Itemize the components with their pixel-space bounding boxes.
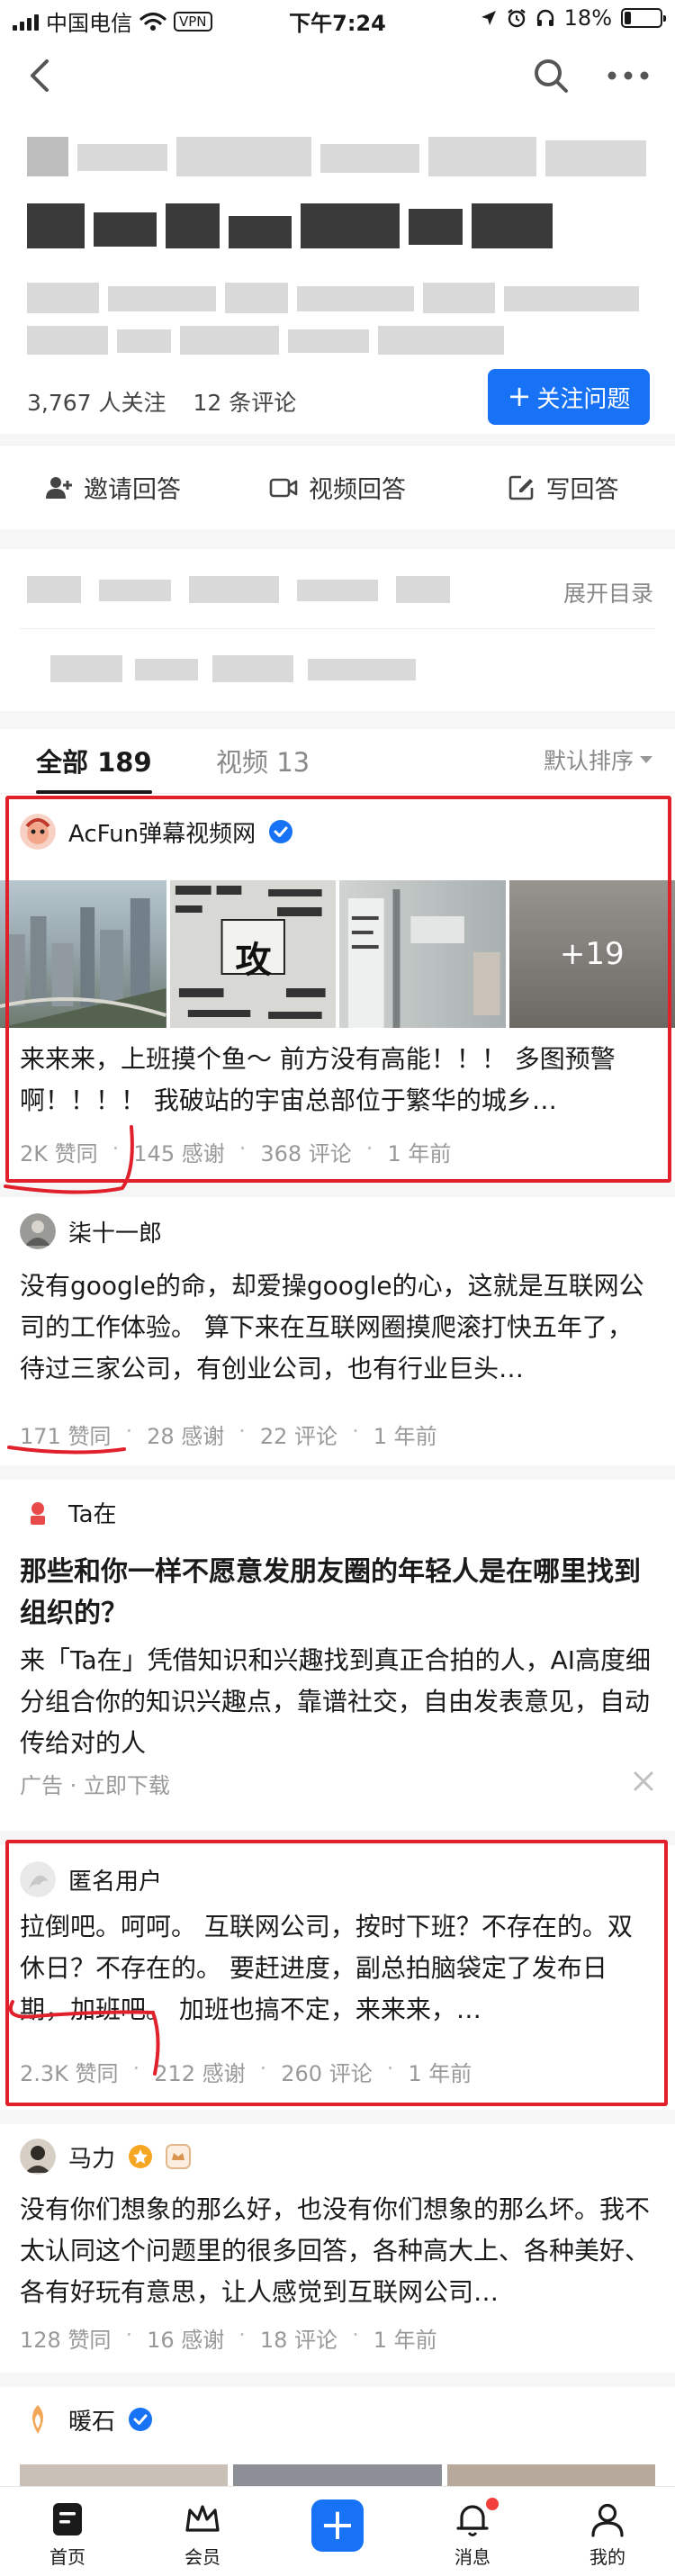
upvote-count: 128 赞同 [20,2328,112,2353]
tab-label: 我的 [590,2546,626,2568]
gold-badge-icon [129,2145,153,2168]
home-icon [53,2503,82,2535]
answer-meta: 171 赞同 · 28 感谢 · 22 评论 · 1 年前 [20,1419,437,1449]
edit-icon [508,475,533,500]
tab-messages[interactable]: 消息 [405,2487,540,2576]
upvote-count: 171 赞同 [20,1424,112,1449]
close-icon[interactable] [632,1770,655,1793]
location-icon [481,11,496,25]
comment-count: 18 评论 [259,2328,338,2353]
answer-table-of-contents: 展开目录 [0,549,675,711]
comments-count[interactable]: 12 条评论 [194,385,297,418]
follow-button-label: 关注问题 [536,385,631,413]
profile-icon [591,2503,624,2537]
video-answer-label: 视频回答 [309,476,406,504]
tab-member[interactable]: 会员 [135,2487,270,2576]
verified-badge-icon [129,2408,153,2431]
write-answer-label: 写回答 [545,476,619,504]
tab-all-answers[interactable]: 全部 189 [36,742,152,794]
answer-card-nuanshi[interactable]: 暖石 [0,2387,675,2486]
video-answer-button[interactable]: 视频回答 [225,446,450,529]
create-plus-button[interactable]: + [311,2499,364,2552]
answer-author[interactable]: 暖石 [20,2401,153,2437]
bottom-tab-bar: 首页 会员 + 消息 我的 [0,2486,675,2576]
ad-brand[interactable]: Ta在 [20,1494,117,1530]
ad-card[interactable]: Ta在 那些和你一样不愿意发朋友圈的年轻人是在哪里找到组织的？ 来「Ta在」凭借… [0,1480,675,1831]
followers-count: 3,767 人关注 [27,390,166,416]
invite-answer-label: 邀请回答 [84,476,181,504]
answer-card-mali[interactable]: 马力 没有你们想象的那么好，也没有你们想象的那么坏。我不太认同这个问题里的很多回… [0,2124,675,2373]
author-name: 柒十一郎 [68,1220,163,1247]
level-badge-icon [166,2144,192,2169]
alarm-icon [507,9,526,28]
highlight-box-anonymous [5,1840,668,2106]
notification-dot [486,2498,499,2510]
comment-count: 22 评论 [259,1424,338,1449]
ta-zai-logo [20,1494,56,1530]
search-icon[interactable] [529,54,572,97]
user-avatar [20,2139,56,2175]
answer-actions-bar: 邀请回答 视频回答 写回答 [0,445,675,529]
write-answer-button[interactable]: 写回答 [450,446,675,529]
zhihu-question-page: 中国电信 VPN 下午7:24 18% 3,767 人关注 12 条评论 + 关… [0,0,675,2576]
expand-toc-link[interactable]: 展开目录 [563,576,653,608]
highlight-box-acfun [5,796,671,1183]
user-avatar [20,1213,56,1249]
tab-label: 消息 [454,2546,490,2568]
thanks-count: 16 感谢 [147,2328,225,2353]
battery-icon [621,8,666,28]
answer-image-preview[interactable] [20,2464,655,2486]
author-name: 暖石 [68,2408,116,2436]
answer-excerpt[interactable]: 没有google的命，却爱操google的心，这就是互联网公司的工作体验。 算下… [20,1265,655,1390]
status-bar: 中国电信 VPN 下午7:24 18% [0,0,675,38]
question-stats: 3,767 人关注 12 条评论 [27,385,296,418]
tab-home[interactable]: 首页 [0,2487,135,2576]
caret-down-icon [640,756,652,763]
ad-title[interactable]: 那些和你一样不愿意发朋友圈的年轻人是在哪里找到组织的？ [20,1552,655,1635]
answer-time: 1 年前 [373,2328,437,2353]
back-icon[interactable] [22,56,61,95]
tab-video-answers[interactable]: 视频 13 [216,742,310,779]
answer-author[interactable]: 马力 [20,2139,192,2175]
tab-label: 会员 [184,2546,220,2568]
headphones-icon [536,9,554,26]
answer-author[interactable]: 柒十一郎 [20,1213,162,1249]
invite-icon [46,476,72,499]
answer-excerpt[interactable]: 没有你们想象的那么好，也没有你们想象的那么坏。我不太认同这个问题里的很多回答，各… [20,2189,655,2313]
plus-icon: + [507,378,532,413]
follow-question-button[interactable]: + 关注问题 [488,369,650,425]
sort-dropdown[interactable]: 默认排序 [544,743,653,776]
status-right: 18% [480,5,666,31]
answer-card-qishiyilang[interactable]: 柒十一郎 没有google的命，却爱操google的心，这就是互联网公司的工作体… [0,1197,675,1465]
answer-meta: 128 赞同 · 16 感谢 · 18 评论 · 1 年前 [20,2322,437,2353]
tab-label: 首页 [50,2546,86,2568]
tab-profile[interactable]: 我的 [540,2487,675,2576]
nav-bar [0,38,675,113]
nuanshi-avatar [20,2401,56,2437]
ad-description[interactable]: 来「Ta在」凭借知识和兴趣找到真正合拍的人，AI高度细分组合你的知识兴趣点，靠谱… [20,1640,655,1764]
crown-icon [185,2505,220,2532]
battery-percent: 18% [563,5,612,31]
author-name: 马力 [68,2145,116,2173]
answer-time: 1 年前 [373,1424,437,1449]
sort-label: 默认排序 [543,748,634,774]
more-icon[interactable] [601,54,655,97]
question-header: 3,767 人关注 12 条评论 + 关注问题 [0,113,675,434]
ad-footer[interactable]: 广告 · 立即下载 [20,1768,170,1799]
thanks-count: 28 感谢 [147,1424,225,1449]
answer-tabs: 全部 189 视频 13 默认排序 [0,729,675,794]
invite-answer-button[interactable]: 邀请回答 [0,446,225,529]
ad-brand-name: Ta在 [68,1500,117,1528]
video-icon [269,478,298,497]
